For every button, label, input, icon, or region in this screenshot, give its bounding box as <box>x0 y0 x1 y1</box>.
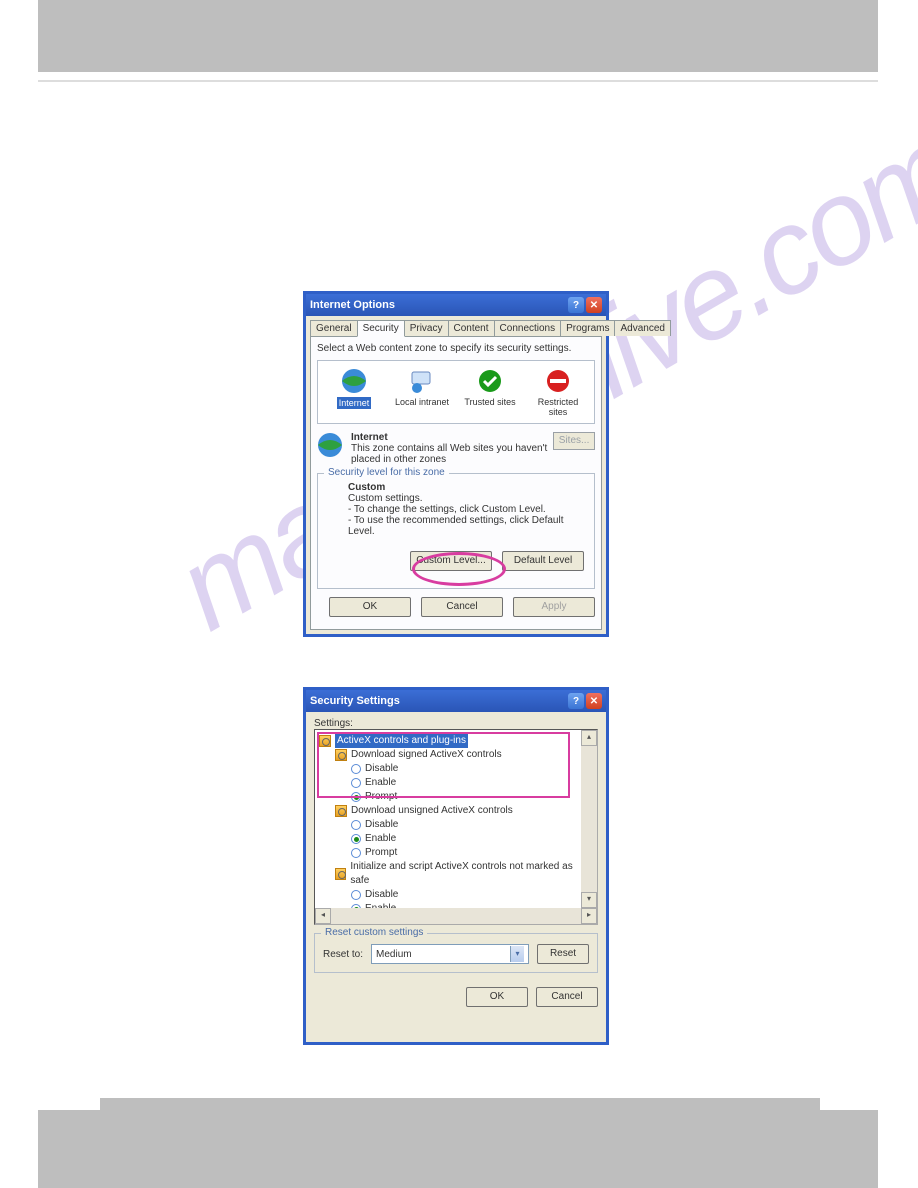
chevron-down-icon[interactable]: ▾ <box>510 946 524 962</box>
settings-label: Settings: <box>314 718 598 729</box>
radio-disable-label: Disable <box>365 888 398 902</box>
zone-restricted-label: Restricted sites <box>538 397 579 417</box>
tab-programs[interactable]: Programs <box>560 320 615 336</box>
gear-icon <box>319 735 331 747</box>
zone-trusted-label: Trusted sites <box>464 397 515 407</box>
vertical-scrollbar[interactable]: ▴ ▾ <box>581 730 597 908</box>
gear-icon <box>335 868 346 880</box>
ss-body: Settings: ActiveX controls and plug-ins … <box>306 712 606 1042</box>
zone-local-label: Local intranet <box>395 397 449 407</box>
ss-titlebar[interactable]: Security Settings ? ✕ <box>306 690 606 712</box>
internet-options-dialog: Internet Options ? ✕ General Security Pr… <box>303 291 609 637</box>
radio-prompt-label: Prompt <box>365 846 397 860</box>
ss-title: Security Settings <box>310 695 400 707</box>
radio-enable-label: Enable <box>365 776 396 790</box>
radio-enable[interactable]: Enable <box>351 776 579 790</box>
io-tab-body: Select a Web content zone to specify its… <box>310 336 602 630</box>
tree-item-init-script[interactable]: Initialize and script ActiveX controls n… <box>335 860 579 888</box>
gear-icon <box>335 805 347 817</box>
radio-prompt[interactable]: Prompt <box>351 790 579 804</box>
globe-icon <box>340 367 368 395</box>
zone-internet[interactable]: Internet <box>324 367 384 417</box>
security-level-group: Security level for this zone Custom Cust… <box>317 473 595 589</box>
tab-connections[interactable]: Connections <box>494 320 562 336</box>
tree-item-init-script-label: Initialize and script ActiveX controls n… <box>350 860 579 888</box>
tree-category-activex-label: ActiveX controls and plug-ins <box>335 734 468 748</box>
computer-icon <box>408 367 436 395</box>
radio-disable-label: Disable <box>365 762 398 776</box>
default-level-button[interactable]: Default Level <box>502 551 584 571</box>
help-icon[interactable]: ? <box>568 297 584 313</box>
apply-button[interactable]: Apply <box>513 597 595 617</box>
radio-enable[interactable]: Enable <box>351 832 579 846</box>
scroll-right-icon[interactable]: ▸ <box>581 908 597 924</box>
zone-trusted-sites[interactable]: Trusted sites <box>460 367 520 417</box>
tree-category-activex[interactable]: ActiveX controls and plug-ins <box>319 734 579 748</box>
cancel-button[interactable]: Cancel <box>421 597 503 617</box>
tab-privacy[interactable]: Privacy <box>404 320 449 336</box>
page-header-band <box>38 0 878 72</box>
scroll-up-icon[interactable]: ▴ <box>581 730 597 746</box>
no-entry-icon <box>544 367 572 395</box>
io-tabs: General Security Privacy Content Connect… <box>310 320 602 336</box>
help-icon[interactable]: ? <box>568 693 584 709</box>
tab-content[interactable]: Content <box>448 320 495 336</box>
settings-tree[interactable]: ActiveX controls and plug-ins Download s… <box>314 729 598 925</box>
tree-item-download-signed[interactable]: Download signed ActiveX controls <box>335 748 579 762</box>
reset-to-combo[interactable]: Medium ▾ <box>371 944 529 964</box>
security-level-group-title: Security level for this zone <box>324 467 449 478</box>
reset-to-label: Reset to: <box>323 949 363 960</box>
close-icon[interactable]: ✕ <box>586 693 602 709</box>
zone-description: Internet This zone contains all Web site… <box>317 432 595 465</box>
security-settings-dialog: Security Settings ? ✕ Settings: ActiveX … <box>303 687 609 1045</box>
tree-item-download-unsigned[interactable]: Download unsigned ActiveX controls <box>335 804 579 818</box>
cancel-button[interactable]: Cancel <box>536 987 598 1007</box>
horizontal-scrollbar[interactable]: ◂ ▸ <box>315 908 597 924</box>
custom-line1: Custom settings. <box>348 493 584 504</box>
tab-advanced[interactable]: Advanced <box>614 320 670 336</box>
check-circle-icon <box>476 367 504 395</box>
zone-list: Internet Local intranet Trusted sites <box>317 360 595 424</box>
io-title: Internet Options <box>310 299 395 311</box>
close-icon[interactable]: ✕ <box>586 297 602 313</box>
sites-button[interactable]: Sites... <box>553 432 595 450</box>
tree-item-download-unsigned-label: Download unsigned ActiveX controls <box>351 804 513 818</box>
reset-group-title: Reset custom settings <box>321 927 427 938</box>
zone-restricted-sites[interactable]: Restricted sites <box>528 367 588 417</box>
radio-prompt[interactable]: Prompt <box>351 846 579 860</box>
reset-button[interactable]: Reset <box>537 944 589 964</box>
custom-line2: - To change the settings, click Custom L… <box>348 504 584 515</box>
radio-enable-label: Enable <box>365 832 396 846</box>
gear-icon <box>335 749 347 761</box>
zone-internet-label: Internet <box>337 397 372 409</box>
radio-disable[interactable]: Disable <box>351 762 579 776</box>
tab-security[interactable]: Security <box>357 320 405 337</box>
radio-disable[interactable]: Disable <box>351 888 579 902</box>
page-rule <box>38 80 878 82</box>
zone-local-intranet[interactable]: Local intranet <box>392 367 452 417</box>
globe-icon <box>317 432 345 460</box>
tree-item-download-signed-label: Download signed ActiveX controls <box>351 748 502 762</box>
radio-prompt-label: Prompt <box>365 790 397 804</box>
tab-general[interactable]: General <box>310 320 358 336</box>
custom-level-button[interactable]: Custom Level... <box>410 551 492 571</box>
radio-disable-label: Disable <box>365 818 398 832</box>
radio-disable[interactable]: Disable <box>351 818 579 832</box>
io-instruction: Select a Web content zone to specify its… <box>317 343 595 354</box>
custom-heading: Custom <box>348 482 584 493</box>
scroll-down-icon[interactable]: ▾ <box>581 892 597 908</box>
custom-line3: - To use the recommended settings, click… <box>348 515 584 537</box>
page-footer-band <box>38 1110 878 1188</box>
zone-desc-name: Internet <box>351 432 388 443</box>
zone-desc-text: This zone contains all Web sites you hav… <box>351 443 553 465</box>
io-titlebar[interactable]: Internet Options ? ✕ <box>306 294 606 316</box>
reset-custom-group: Reset custom settings Reset to: Medium ▾… <box>314 933 598 973</box>
reset-to-value: Medium <box>376 949 412 960</box>
ok-button[interactable]: OK <box>329 597 411 617</box>
scroll-left-icon[interactable]: ◂ <box>315 908 331 924</box>
ok-button[interactable]: OK <box>466 987 528 1007</box>
